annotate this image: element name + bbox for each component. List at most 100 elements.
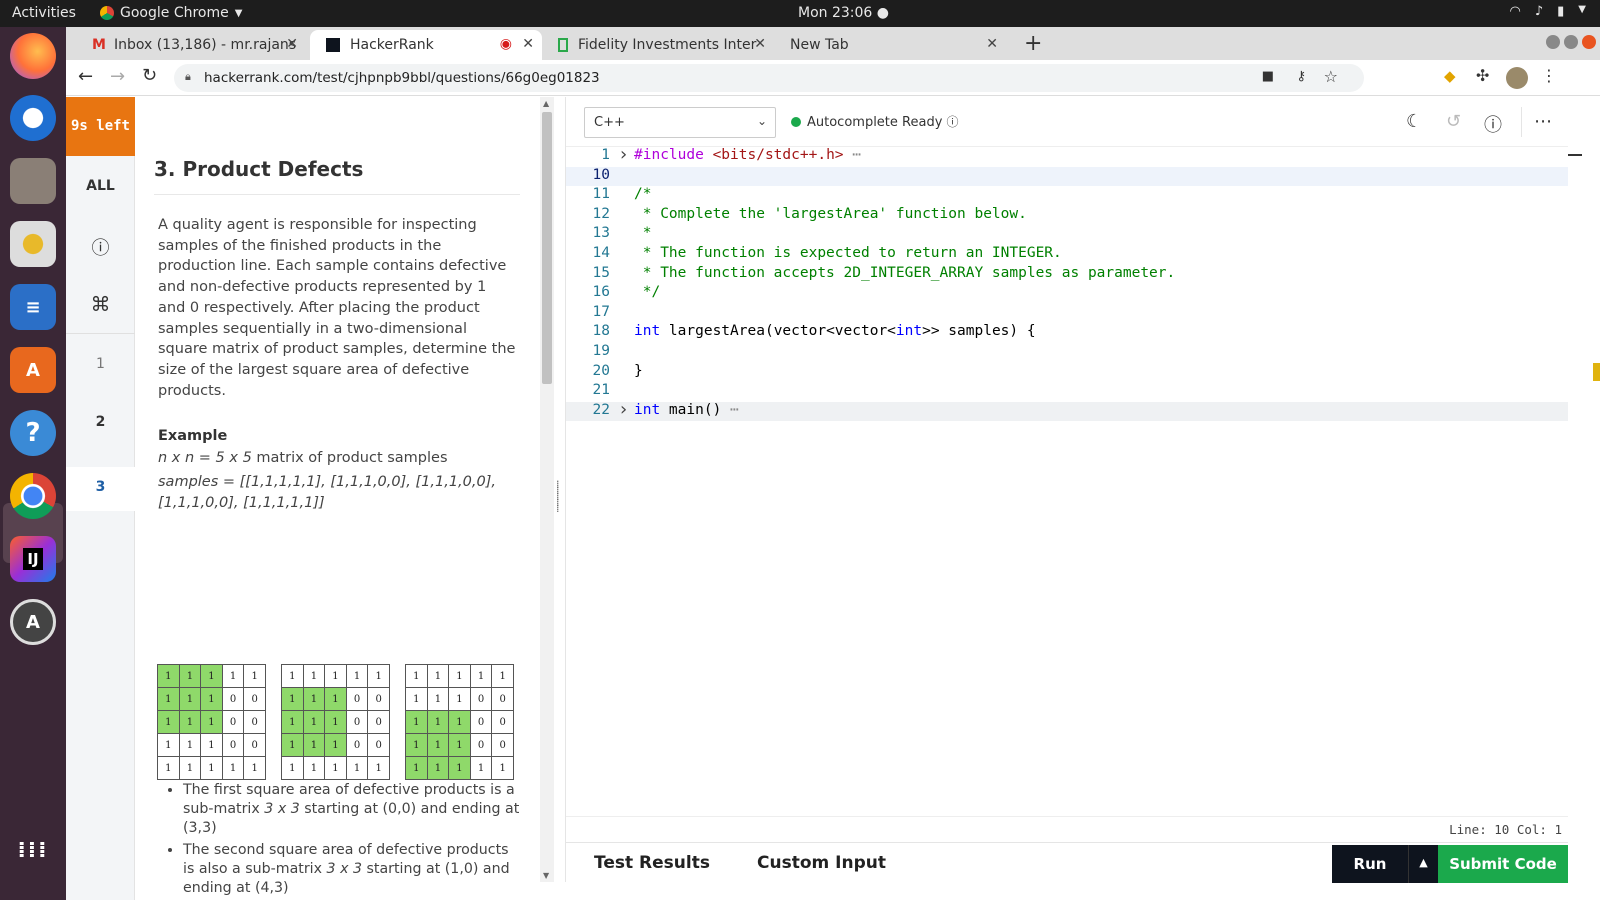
address-bar[interactable]: 🔒︎ hackerrank.com/test/cjhpnpb9bbl/quest…: [174, 64, 1364, 92]
autocomplete-status-icon: [791, 117, 801, 127]
code-text: int largestArea(vector<vector<int>> samp…: [634, 323, 1036, 340]
minimize-button[interactable]: [1546, 35, 1560, 49]
code-text: */: [634, 284, 661, 301]
chevron-right-icon[interactable]: ›: [618, 144, 629, 165]
intellij-icon[interactable]: IJ: [10, 536, 56, 582]
app-menu[interactable]: Google Chrome ▼: [100, 5, 242, 21]
matrix-cell: 0: [491, 687, 514, 711]
help-icon[interactable]: ⓘ: [1484, 111, 1502, 137]
scroll-up-icon[interactable]: ▲: [543, 99, 549, 108]
timer-badge: 9s left: [66, 97, 135, 156]
avatar[interactable]: [1506, 67, 1528, 89]
code-line[interactable]: 19: [566, 343, 1568, 363]
info-icon[interactable]: ⓘ: [947, 115, 959, 129]
editor-overview-ruler[interactable]: [1568, 97, 1600, 882]
gmail-icon: M: [92, 37, 106, 53]
code-line[interactable]: 10: [566, 166, 1568, 187]
matrix-cell: 1: [281, 710, 304, 734]
code-line[interactable]: 22 › int main() ⋯: [566, 399, 1568, 422]
code-line[interactable]: 13 *: [566, 225, 1568, 245]
code-line[interactable]: 14 * The function is expected to return …: [566, 245, 1568, 265]
thunderbird-icon[interactable]: [10, 95, 56, 141]
firefox-icon[interactable]: [10, 33, 56, 79]
question-navigation: 9s left ALL ⓘ ⌘ 1 2 3: [66, 97, 135, 900]
matrix-cell: 1: [448, 687, 471, 711]
question-2-link[interactable]: 2: [66, 414, 135, 430]
code-line[interactable]: 1 › #include <bits/stdc++.h> ⋯: [566, 144, 1568, 167]
submit-code-button[interactable]: Submit Code: [1438, 845, 1568, 883]
close-icon[interactable]: ✕: [754, 36, 766, 52]
close-icon[interactable]: ✕: [522, 36, 534, 52]
matrix-cell: 1: [448, 710, 471, 734]
tab-fidelity[interactable]: Fidelity Investments Inter ✕: [542, 30, 774, 60]
more-menu-icon[interactable]: ⋮: [1541, 66, 1557, 85]
maximize-button[interactable]: [1564, 35, 1578, 49]
dark-mode-icon[interactable]: ☾: [1406, 111, 1422, 132]
forward-icon[interactable]: →: [110, 66, 125, 87]
updater-icon[interactable]: A: [10, 599, 56, 645]
help-icon[interactable]: ?: [10, 410, 56, 456]
line-number: 17: [592, 303, 610, 320]
back-icon[interactable]: ←: [78, 66, 93, 87]
software-center-icon[interactable]: A: [10, 347, 56, 393]
language-select-value: C++: [594, 115, 625, 130]
close-icon[interactable]: ✕: [986, 36, 998, 52]
tab-custom-input[interactable]: Custom Input: [757, 853, 886, 873]
chrome-icon[interactable]: [10, 473, 56, 519]
code-line[interactable]: 21: [566, 382, 1568, 402]
code-line[interactable]: 11 /*: [566, 186, 1568, 206]
new-tab-button[interactable]: +: [1024, 31, 1042, 56]
tab-new-tab[interactable]: New Tab ✕: [774, 30, 1006, 60]
extension-icon[interactable]: ◆: [1444, 67, 1456, 85]
matrix-cell: 0: [345, 733, 369, 757]
code-line[interactable]: 17: [566, 304, 1568, 324]
code-line[interactable]: 15 * The function accepts 2D_INTEGER_ARR…: [566, 265, 1568, 285]
files-icon[interactable]: [10, 158, 56, 204]
code-line[interactable]: 20}: [566, 363, 1568, 383]
rhythmbox-icon[interactable]: [10, 221, 56, 267]
matrix-cell: 0: [345, 710, 369, 734]
all-questions-button[interactable]: ALL: [66, 178, 135, 194]
reload-icon[interactable]: ↻: [142, 65, 157, 86]
shortcuts-icon[interactable]: ⌘: [66, 292, 135, 316]
more-options-icon[interactable]: ⋯: [1534, 111, 1552, 132]
puzzle-icon[interactable]: ✣: [1476, 66, 1489, 85]
matrix-cell: 1: [157, 687, 180, 711]
camera-icon[interactable]: ■: [1262, 69, 1274, 84]
window-controls: [1546, 35, 1596, 49]
matrix-cell: 0: [221, 710, 245, 734]
star-icon[interactable]: ☆: [1324, 67, 1338, 86]
scrollbar-thumb[interactable]: [542, 112, 552, 384]
writer-icon[interactable]: ≡: [10, 284, 56, 330]
panel-resize-handle[interactable]: ⁞ ⁞ ⁞ ⁞ ⁞: [554, 97, 566, 882]
matrix-cell: 1: [324, 733, 347, 757]
drag-handle-icon: ⁞ ⁞ ⁞ ⁞ ⁞: [556, 478, 561, 515]
history-icon[interactable]: ↺: [1446, 111, 1461, 132]
close-icon[interactable]: ✕: [286, 36, 298, 52]
code-line[interactable]: 16 */: [566, 284, 1568, 304]
question-3-link[interactable]: 3: [66, 467, 135, 511]
code-text: * The function is expected to return an …: [634, 245, 1062, 261]
language-select[interactable]: C++ ⌄: [584, 107, 776, 138]
chevron-right-icon[interactable]: ›: [618, 399, 629, 420]
tab-hackerrank[interactable]: HackerRank ◉ ✕: [310, 30, 542, 60]
run-button[interactable]: Run: [1332, 845, 1408, 883]
tab-gmail[interactable]: M Inbox (13,186) - mr.rajans ✕: [76, 30, 306, 60]
key-icon[interactable]: ⚷: [1296, 69, 1306, 84]
question-1-link[interactable]: 1: [66, 356, 135, 372]
editor-toolbar: C++ ⌄ Autocomplete Ready ⓘ ☾ ↺ ⓘ ⋯: [566, 97, 1568, 147]
activities-button[interactable]: Activities: [12, 5, 76, 21]
code-line[interactable]: 12 * Complete the 'largestArea' function…: [566, 206, 1568, 226]
run-options-icon[interactable]: ▲: [1408, 845, 1438, 883]
clock[interactable]: Mon 23:06 ●: [798, 5, 889, 21]
system-tray[interactable]: ◠ ♪ ▮ ▼: [1510, 4, 1587, 19]
divider: [1521, 107, 1522, 137]
tab-test-results[interactable]: Test Results: [594, 853, 710, 873]
close-window-button[interactable]: [1582, 35, 1596, 49]
show-apps-icon[interactable]: ⁞⁞⁞: [10, 827, 56, 873]
code-line[interactable]: 18 int largestArea(vector<vector<int>> sa…: [566, 323, 1568, 343]
code-text: }: [634, 362, 643, 379]
scroll-down-icon[interactable]: ▼: [543, 871, 549, 880]
problem-scrollbar[interactable]: ▲ ▼: [540, 97, 554, 882]
info-icon[interactable]: ⓘ: [66, 234, 135, 260]
